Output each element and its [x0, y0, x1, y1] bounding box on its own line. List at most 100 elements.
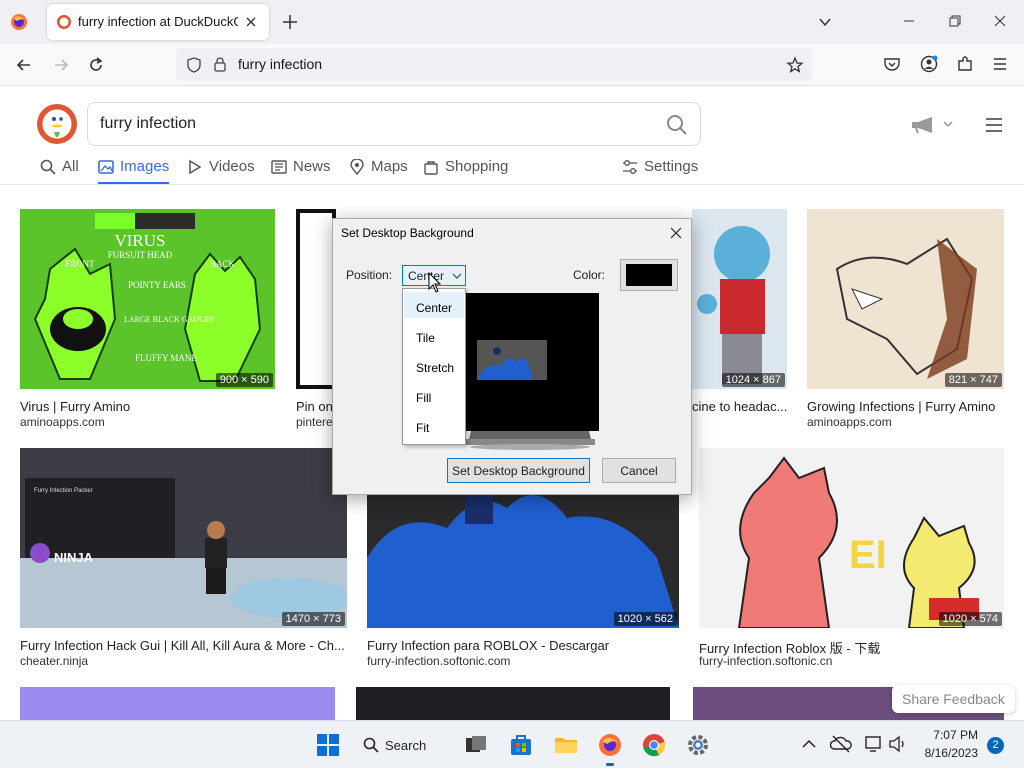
account-avatar-icon[interactable] [920, 55, 938, 73]
image-result-card[interactable]: Furry Infection Packer NINJA 1470 × 773 … [20, 448, 347, 668]
dialog-title: Set Desktop Background [341, 226, 474, 240]
settings-label: Settings [644, 158, 699, 175]
extensions-puzzle-icon[interactable] [956, 55, 974, 73]
result-domain[interactable]: furry-infection.softonic.cn [699, 654, 832, 668]
image-icon [98, 160, 114, 174]
result-thumbnail[interactable]: 821 × 747 [807, 209, 1004, 389]
set-desktop-background-button[interactable]: Set Desktop Background [447, 458, 590, 483]
settings-gear-icon[interactable] [686, 733, 710, 757]
result-domain[interactable]: cheater.ninja [20, 654, 88, 668]
image-result-card[interactable]: EI 1020 × 574 Furry Infection Roblox 版 -… [699, 448, 1004, 668]
result-thumbnail[interactable]: VIRUS FURSUIT HEAD FRONT BACK POINTY EAR… [20, 209, 275, 389]
search-box[interactable]: furry infection [87, 102, 701, 146]
onedrive-offline-icon[interactable] [830, 734, 852, 754]
image-text-gauges: LARGE BLACK GAUGES [124, 315, 214, 324]
result-domain[interactable]: aminoapps.com [807, 415, 892, 429]
image-dimensions: 900 × 590 [215, 373, 273, 387]
tab-images[interactable]: Images [98, 158, 170, 184]
tracking-protection-shield-icon[interactable] [186, 57, 202, 73]
firefox-view-icon[interactable] [9, 12, 29, 32]
network-icon[interactable] [864, 734, 884, 754]
result-thumbnail[interactable]: Furry Infection Packer NINJA 1470 × 773 [20, 448, 347, 628]
volume-speaker-icon[interactable] [888, 734, 908, 754]
image-text-packer: Furry Infection Packer [34, 488, 93, 494]
option-center[interactable]: Center [404, 292, 464, 318]
tab-shopping[interactable]: Shopping [423, 158, 508, 182]
cancel-button[interactable]: Cancel [602, 458, 676, 483]
set-desktop-background-dialog: Set Desktop Background Position: Center … [332, 218, 692, 495]
option-fill[interactable]: Fill [404, 382, 464, 408]
cartoon-cats-image: EI [737, 456, 979, 628]
browser-tab[interactable]: furry infection at DuckDuckGo [47, 4, 269, 40]
file-explorer-folder-icon[interactable] [554, 733, 578, 757]
result-domain[interactable]: aminoapps.com [20, 415, 105, 429]
close-window-icon[interactable] [993, 14, 1007, 28]
notification-badge[interactable]: 2 [987, 737, 1004, 754]
address-bar[interactable]: furry infection [176, 48, 812, 81]
play-icon [189, 159, 202, 175]
option-tile[interactable]: Tile [404, 322, 464, 348]
result-domain[interactable]: furry-infection.softonic.com [367, 654, 510, 668]
image-text-ninja: NINJA [54, 550, 94, 565]
image-result-card[interactable] [20, 687, 335, 720]
address-bar-text[interactable]: furry infection [238, 56, 322, 72]
tab-images-label: Images [120, 158, 170, 175]
search-input[interactable]: furry infection [100, 115, 196, 133]
bookmark-star-icon[interactable] [786, 56, 804, 74]
result-title[interactable]: Growing Infections | Furry Amino [807, 399, 1004, 414]
close-icon[interactable] [668, 225, 684, 241]
result-title[interactable]: Virus | Furry Amino [20, 399, 275, 414]
result-thumbnail[interactable]: EI 1020 × 574 [699, 448, 1004, 628]
chrome-icon[interactable] [642, 733, 666, 757]
settings-link[interactable]: Settings [622, 158, 698, 182]
result-thumbnail[interactable]: 1024 × 867 [692, 209, 787, 389]
close-tab-icon[interactable] [243, 14, 259, 30]
forward-arrow-icon[interactable] [52, 56, 70, 74]
reload-icon[interactable] [87, 56, 105, 74]
tab-all[interactable]: All [40, 158, 79, 182]
tab-maps-label: Maps [371, 158, 408, 175]
tab-news[interactable]: News [271, 158, 331, 182]
clock-time[interactable]: 7:07 PM [922, 728, 978, 742]
list-all-tabs-chevron-icon[interactable] [817, 14, 833, 30]
share-feedback-button[interactable]: Share Feedback [892, 685, 1015, 713]
result-thumbnail[interactable] [296, 209, 336, 389]
duckduckgo-logo-icon[interactable] [37, 104, 77, 144]
mouse-cursor-icon [428, 272, 442, 294]
taskbar-search[interactable]: Search [363, 731, 449, 759]
app-menu-icon[interactable] [991, 55, 1009, 73]
result-domain[interactable]: pintere [296, 415, 336, 429]
megaphone-icon[interactable] [910, 116, 956, 134]
image-dimensions: 1470 × 773 [281, 612, 345, 626]
option-fit[interactable]: Fit [404, 412, 464, 438]
search-icon[interactable] [666, 114, 688, 136]
image-text-fursuit: FURSUIT HEAD [108, 250, 173, 260]
show-hidden-icons-chevron-icon[interactable] [800, 735, 818, 753]
image-result-card[interactable] [356, 687, 670, 720]
color-picker-button[interactable] [620, 259, 678, 291]
back-arrow-icon[interactable] [15, 56, 33, 74]
result-title[interactable]: cine to headac... [692, 399, 787, 414]
ddg-menu-icon[interactable] [984, 116, 1004, 134]
new-tab-plus-icon[interactable] [281, 13, 299, 31]
image-result-card[interactable]: Pin on pintere [296, 209, 336, 429]
lock-icon[interactable] [212, 56, 228, 72]
image-result-card[interactable]: 1024 × 867 cine to headac... [692, 209, 787, 429]
firefox-taskbar-icon[interactable] [598, 733, 622, 766]
tab-videos[interactable]: Videos [187, 158, 255, 182]
option-stretch[interactable]: Stretch [404, 352, 464, 378]
start-windows-icon[interactable] [316, 733, 340, 757]
result-title[interactable]: Furry Infection Hack Gui | Kill All, Kil… [20, 638, 347, 653]
image-result-card[interactable]: VIRUS FURSUIT HEAD FRONT BACK POINTY EAR… [20, 209, 275, 429]
tab-maps[interactable]: Maps [349, 158, 408, 182]
restore-window-icon[interactable] [948, 14, 962, 28]
clock-date[interactable]: 8/16/2023 [914, 746, 978, 760]
microsoft-store-icon[interactable] [509, 733, 533, 757]
result-title[interactable]: Pin on [296, 399, 336, 414]
image-dimensions: 1024 × 867 [721, 373, 785, 387]
image-result-card[interactable]: 821 × 747 Growing Infections | Furry Ami… [807, 209, 1004, 429]
pocket-icon[interactable] [883, 55, 901, 73]
result-title[interactable]: Furry Infection para ROBLOX - Descargar [367, 638, 679, 653]
minimize-window-icon[interactable] [902, 14, 916, 28]
task-view-icon[interactable] [464, 733, 488, 757]
